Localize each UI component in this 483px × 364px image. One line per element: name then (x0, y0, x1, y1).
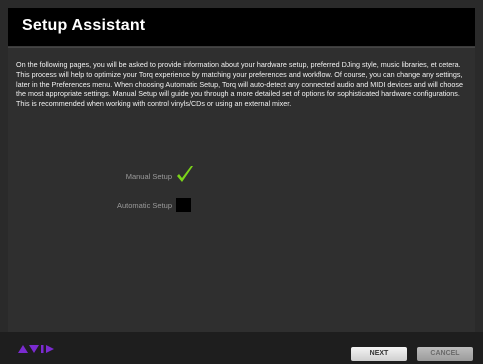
manual-setup-option[interactable]: Manual Setup (100, 166, 193, 183)
footer-bar: NEXT CANCEL (0, 332, 483, 364)
avid-logo-icon (18, 345, 54, 353)
setup-assistant-window: Setup Assistant On the following pages, … (0, 0, 483, 364)
next-button[interactable]: NEXT (351, 347, 407, 361)
automatic-setup-label: Automatic Setup (116, 200, 172, 210)
automatic-setup-option[interactable]: Automatic Setup (100, 198, 191, 212)
automatic-setup-checkbox[interactable] (176, 198, 191, 212)
checkmark-icon (177, 166, 193, 182)
cancel-button[interactable]: CANCEL (417, 347, 473, 361)
manual-setup-checkbox[interactable] (176, 166, 193, 183)
avid-logo (18, 344, 56, 357)
title-bar: Setup Assistant (8, 8, 475, 47)
window-title: Setup Assistant (22, 17, 146, 34)
description-text: On the following pages, you will be aske… (16, 60, 463, 109)
manual-setup-label: Manual Setup (125, 171, 172, 181)
content-panel: On the following pages, you will be aske… (8, 47, 475, 332)
